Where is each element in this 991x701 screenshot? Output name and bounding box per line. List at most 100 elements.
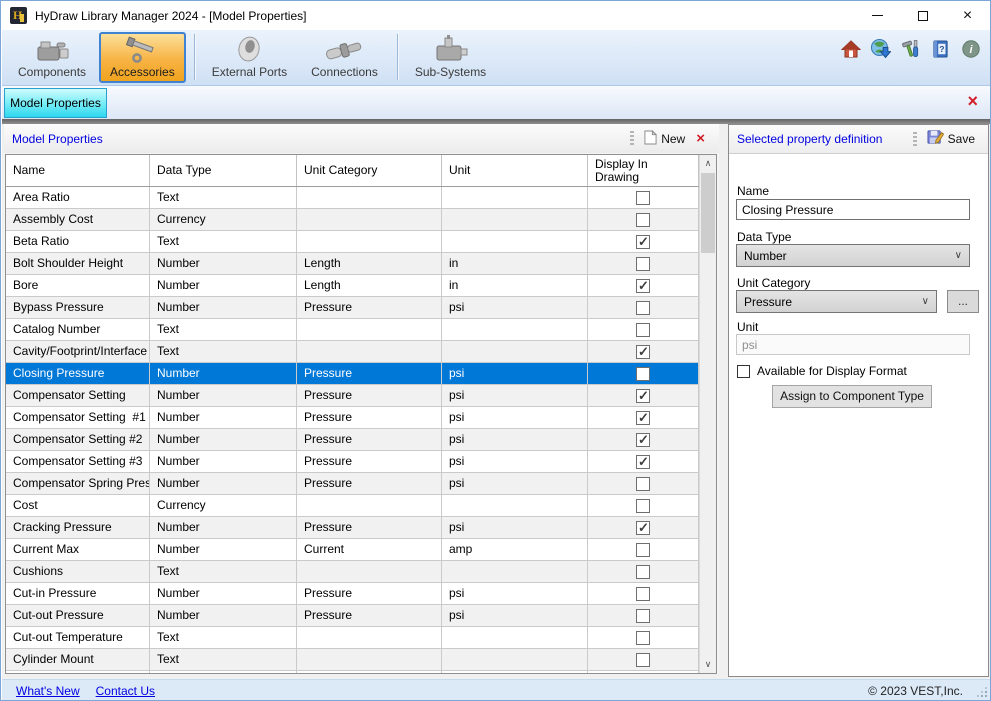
delete-property-button[interactable]: × [690, 130, 711, 147]
table-row[interactable]: Cylinder Mount Text [6, 649, 699, 671]
cell-name[interactable]: Cylinder Mount [6, 649, 150, 670]
cell-unit-category[interactable] [297, 187, 442, 208]
cell-unit[interactable]: psi [442, 605, 588, 626]
cell-unit-category[interactable] [297, 627, 442, 648]
cell-data-type[interactable]: Number [150, 451, 297, 472]
table-row[interactable]: Current Max Number Current amp [6, 539, 699, 561]
cell-unit-category[interactable]: Pressure [297, 429, 442, 450]
assign-to-component-type-button[interactable]: Assign to Component Type [772, 385, 932, 408]
cell-unit[interactable]: psi [442, 363, 588, 384]
cell-name[interactable]: Cut-out Temperature [6, 627, 150, 648]
cell-unit[interactable]: psi [442, 385, 588, 406]
cell-data-type[interactable]: Number [150, 385, 297, 406]
cell-unit[interactable]: psi [442, 517, 588, 538]
cell-data-type[interactable] [150, 671, 297, 674]
new-property-button[interactable]: New [639, 128, 690, 150]
maximize-button[interactable] [900, 1, 945, 30]
cell-unit-category[interactable] [297, 671, 442, 674]
cell-unit-category[interactable] [297, 495, 442, 516]
table-row[interactable]: Bolt Shoulder Height Number Length in [6, 253, 699, 275]
scroll-down-arrow-icon[interactable]: ∨ [700, 656, 716, 673]
display-in-drawing-checkbox[interactable] [636, 521, 650, 535]
display-in-drawing-checkbox[interactable] [636, 389, 650, 403]
cell-name[interactable]: Compensator Setting #2 [6, 429, 150, 450]
cell-unit-category[interactable] [297, 209, 442, 230]
table-row[interactable]: Bore Number Length in [6, 275, 699, 297]
cell-unit-category[interactable] [297, 231, 442, 252]
cell-data-type[interactable]: Number [150, 275, 297, 296]
display-in-drawing-checkbox[interactable] [636, 499, 650, 513]
cell-name[interactable]: Cavity/Footprint/Interface [6, 341, 150, 362]
table-row[interactable]: Compensator Setting Number Pressure psi [6, 385, 699, 407]
display-in-drawing-checkbox[interactable] [636, 279, 650, 293]
cell-data-type[interactable]: Number [150, 253, 297, 274]
cell-unit-category[interactable] [297, 341, 442, 362]
minimize-button[interactable] [855, 1, 900, 30]
resize-grip-icon[interactable] [977, 687, 987, 697]
cell-unit[interactable] [442, 319, 588, 340]
table-row[interactable]: Cavity/Footprint/Interface Text [6, 341, 699, 363]
cell-unit-category[interactable]: Pressure [297, 297, 442, 318]
cell-unit-category[interactable] [297, 561, 442, 582]
scrollbar-thumb[interactable] [701, 173, 715, 253]
cell-unit[interactable] [442, 561, 588, 582]
cell-unit[interactable] [442, 627, 588, 648]
available-display-format-checkbox[interactable] [737, 365, 750, 378]
cell-unit-category[interactable]: Pressure [297, 605, 442, 626]
cell-unit-category[interactable] [297, 319, 442, 340]
cell-name[interactable]: Area Ratio [6, 187, 150, 208]
ribbon-button-external-ports[interactable]: External Ports [201, 32, 298, 83]
about-icon[interactable]: i [960, 38, 981, 59]
cell-name[interactable]: Compensator Setting #3 [6, 451, 150, 472]
table-row[interactable]: Cushions Text [6, 561, 699, 583]
cell-unit[interactable]: psi [442, 429, 588, 450]
cell-unit[interactable] [442, 231, 588, 252]
table-row[interactable]: Compensator Setting #2 Number Pressure p… [6, 429, 699, 451]
table-row[interactable]: Assembly Cost Currency [6, 209, 699, 231]
cell-data-type[interactable]: Number [150, 429, 297, 450]
close-button[interactable]: × [945, 1, 990, 30]
unit-category-browse-button[interactable]: ... [947, 290, 979, 313]
cell-data-type[interactable]: Text [150, 187, 297, 208]
cell-name[interactable] [6, 671, 150, 674]
cell-unit-category[interactable] [297, 649, 442, 670]
display-in-drawing-checkbox[interactable] [636, 631, 650, 645]
cell-unit-category[interactable]: Pressure [297, 583, 442, 604]
display-in-drawing-checkbox[interactable] [636, 367, 650, 381]
display-in-drawing-checkbox[interactable] [636, 323, 650, 337]
cell-unit[interactable] [442, 495, 588, 516]
table-row[interactable]: Compensator Spring Press... Number Press… [6, 473, 699, 495]
cell-data-type[interactable]: Number [150, 583, 297, 604]
display-in-drawing-checkbox[interactable] [636, 257, 650, 271]
cell-unit[interactable]: amp [442, 539, 588, 560]
cell-unit[interactable] [442, 671, 588, 674]
cell-unit-category[interactable]: Length [297, 275, 442, 296]
display-in-drawing-checkbox[interactable] [636, 235, 650, 249]
cell-unit[interactable]: psi [442, 297, 588, 318]
cell-data-type[interactable]: Text [150, 341, 297, 362]
cell-name[interactable]: Cracking Pressure [6, 517, 150, 538]
ribbon-button-connections[interactable]: Connections [300, 32, 389, 83]
table-row[interactable]: Cracking Pressure Number Pressure psi [6, 517, 699, 539]
display-in-drawing-checkbox[interactable] [636, 455, 650, 469]
table-row[interactable]: Cut-in Pressure Number Pressure psi [6, 583, 699, 605]
cell-unit[interactable]: psi [442, 407, 588, 428]
cell-name[interactable]: Assembly Cost [6, 209, 150, 230]
whats-new-link[interactable]: What's New [16, 684, 80, 698]
contact-us-link[interactable]: Contact Us [96, 684, 155, 698]
display-in-drawing-checkbox[interactable] [636, 565, 650, 579]
save-button[interactable]: Save [922, 127, 980, 151]
table-row[interactable]: Closing Pressure Number Pressure psi [6, 363, 699, 385]
ribbon-button-accessories[interactable]: Accessories [99, 32, 186, 83]
table-row[interactable]: Cut-out Pressure Number Pressure psi [6, 605, 699, 627]
cell-unit[interactable] [442, 209, 588, 230]
cell-data-type[interactable]: Text [150, 649, 297, 670]
cell-unit[interactable]: psi [442, 583, 588, 604]
display-in-drawing-checkbox[interactable] [636, 191, 650, 205]
help-icon[interactable]: ? [930, 38, 951, 59]
cell-unit-category[interactable]: Pressure [297, 517, 442, 538]
ribbon-button-sub-systems[interactable]: Sub-Systems [404, 32, 497, 83]
table-row[interactable]: Bypass Pressure Number Pressure psi [6, 297, 699, 319]
cell-unit[interactable]: psi [442, 473, 588, 494]
display-in-drawing-checkbox[interactable] [636, 433, 650, 447]
